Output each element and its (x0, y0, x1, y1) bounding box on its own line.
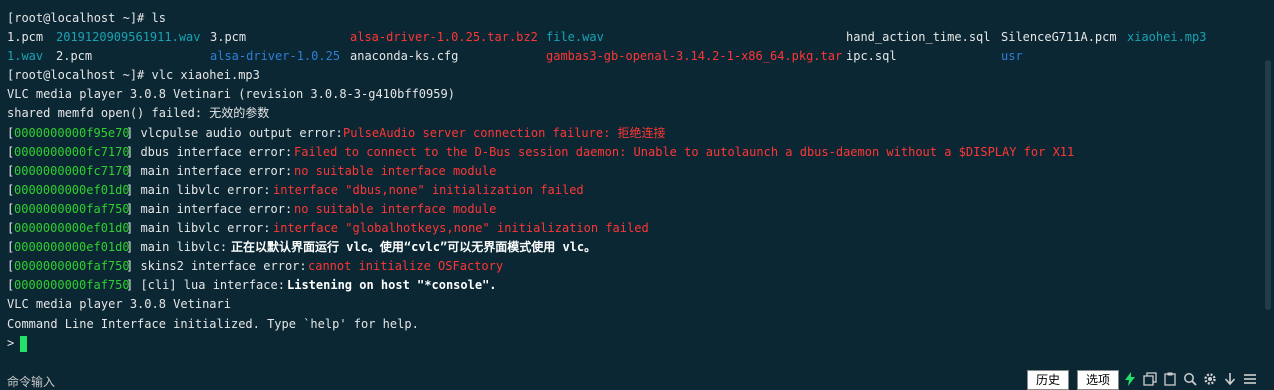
terminal-text: 1.wav (7, 49, 44, 64)
terminal-text: ] skins2 interface error: (126, 259, 314, 274)
terminal-text: 0000000000ef01d0 (14, 182, 130, 197)
terminal-text: 3.pcm (210, 30, 247, 45)
terminal-line: [root@localhost ~]# ls (7, 9, 1262, 28)
terminal-text: alsa-driver-1.0.25.tar.bz2 (350, 30, 538, 45)
terminal-text: gambas3-gb-openal-3.14.2-1-x86_64.pkg.ta… (546, 49, 843, 64)
terminal-text: ] main libvlc: (126, 240, 235, 255)
terminal-text: Command Line Interface initialized. Type… (7, 316, 419, 331)
terminal-text: ] dbus interface error: (126, 144, 300, 159)
terminal-text: xiaohei.mp3 (1127, 30, 1207, 45)
download-icon[interactable] (1222, 371, 1238, 387)
settings-icon[interactable] (1202, 371, 1218, 387)
terminal-text: ] main interface error: (126, 201, 300, 216)
search-icon[interactable] (1182, 371, 1198, 387)
terminal-text: PulseAudio server connection failure: 拒绝… (343, 125, 666, 140)
terminal-text: 0000000000f95e70 (14, 125, 130, 140)
terminal-text: SilenceG711A.pcm (1001, 30, 1117, 45)
terminal-line: > (7, 334, 1262, 353)
terminal-line: [0000000000f95e70] vlcpulse audio output… (7, 124, 1262, 143)
terminal-line: [0000000000faf750] main interface error:… (7, 200, 1262, 219)
scrollbar[interactable] (1262, 0, 1274, 368)
paste-icon[interactable] (1162, 371, 1178, 387)
lightning-icon[interactable] (1122, 371, 1138, 387)
terminal-text: no suitable interface module (294, 163, 497, 178)
terminal-text: [root@localhost ~]# ls (7, 11, 166, 25)
terminal-text: ipc.sql (846, 49, 897, 64)
terminal-text: ] [cli] lua interface: (126, 278, 293, 293)
terminal-text: file.wav (546, 30, 604, 45)
terminal-text: 0000000000faf750 (14, 201, 130, 216)
terminal-line: [root@localhost ~]# vlc xiaohei.mp3 (7, 66, 1262, 85)
terminal-line: 1.pcm 2019120909561911.wav 3.pcm alsa-drive… (7, 28, 1262, 47)
terminal-line: [0000000000faf750] [cli] lua interface: … (7, 276, 1262, 295)
terminal-text: cannot initialize OSFactory (308, 259, 504, 274)
terminal-text: Failed to connect to the D-Bus session d… (294, 144, 1075, 159)
menu-icon[interactable] (1242, 371, 1258, 387)
terminal-text: 2.pcm (56, 49, 93, 64)
terminal-text: hand_action_time.sql (846, 30, 991, 45)
terminal-text: VLC media player 3.0.8 Vetinari (7, 297, 231, 312)
terminal-text: ] main libvlc error: (126, 221, 278, 236)
terminal-line: [0000000000faf750] skins2 interface erro… (7, 257, 1262, 276)
terminal-text: 正在以默认界面运行 vlc。使用“cvlc”可以无界面模式使用 vlc。 (231, 240, 597, 255)
terminal-text: ] main libvlc error: (126, 182, 278, 197)
terminal-text: ] main interface error: (126, 163, 300, 178)
terminal-line: 1.wav 2.pcm alsa-driver-1.0.25 anaconda-ks.… (7, 47, 1262, 66)
terminal-text: > (7, 335, 15, 350)
terminal-line: [0000000000ef01d0] main libvlc: 正在以默认界面运… (7, 238, 1262, 257)
command-input-label[interactable]: 命令输入 (7, 373, 55, 390)
terminal-text: 0000000000fc7170 (14, 163, 130, 178)
terminal-line: VLC media player 3.0.8 Vetinari (revisio… (7, 85, 1262, 104)
terminal-output[interactable]: [root@localhost ~]# ls 1.pcm 2019120909561… (0, 0, 1262, 368)
terminal-line: [0000000000fc7170] main interface error:… (7, 162, 1262, 181)
terminal-line: Command Line Interface initialized. Type… (7, 315, 1262, 334)
terminal-text: Listening on host "*console". (287, 278, 497, 293)
terminal-text: 0000000000faf750 (14, 278, 130, 293)
terminal-line: [0000000000ef01d0] main libvlc error: in… (7, 181, 1262, 200)
terminal-line: shared memfd open() failed: 无效的参数 (7, 104, 1262, 123)
terminal-line: [0000000000ef01d0] main libvlc error: in… (7, 219, 1262, 238)
terminal-line: [0000000000fc7170] dbus interface error:… (7, 143, 1262, 162)
terminal-text: [root@localhost ~]# vlc xiaohei.mp3 (7, 68, 260, 83)
terminal-text: VLC media player 3.0.8 Vetinari (revisio… (7, 87, 455, 102)
terminal-text: 0000000000ef01d0 (14, 221, 130, 236)
terminal-text: anaconda-ks.cfg (350, 49, 459, 64)
status-bar: 命令输入 历史 选项 (0, 368, 1274, 390)
terminal-line: VLC media player 3.0.8 Vetinari (7, 295, 1262, 314)
terminal-text: 2019120909561911.wav (56, 30, 201, 45)
terminal-text: shared memfd open() failed: 无效的参数 (7, 106, 270, 121)
terminal-text: no suitable interface module (294, 201, 497, 216)
history-button[interactable]: 历史 (1027, 370, 1070, 390)
terminal-text: 0000000000fc7170 (14, 144, 130, 159)
terminal-text: 0000000000faf750 (14, 259, 130, 274)
terminal-text: 0000000000ef01d0 (14, 240, 130, 255)
terminal-text: usr (1001, 49, 1023, 64)
options-button[interactable]: 选项 (1077, 370, 1120, 390)
copy-icon[interactable] (1142, 371, 1158, 387)
terminal-text: interface "dbus,none" initialization fai… (273, 182, 584, 197)
terminal-text: 1.pcm (7, 30, 44, 45)
terminal-text: ] vlcpulse audio output error: (126, 125, 350, 140)
terminal-text: alsa-driver-1.0.25 (210, 49, 341, 64)
scroll-thumb[interactable] (1265, 60, 1271, 310)
text-cursor (20, 335, 27, 352)
terminal-text: interface "globalhotkeys,none" initializ… (273, 221, 649, 236)
